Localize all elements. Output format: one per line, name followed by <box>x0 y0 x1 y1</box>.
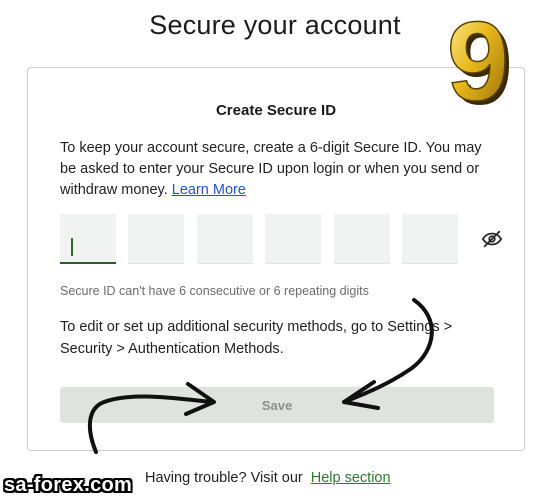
security-methods-text: To edit or set up additional security me… <box>60 319 453 357</box>
toggle-visibility-button[interactable] <box>481 228 503 250</box>
badge-digit: 9 <box>447 8 509 112</box>
text-caret <box>71 238 73 256</box>
footer-text: Having trouble? Visit our <box>145 470 303 486</box>
digit-input-2[interactable] <box>128 214 184 264</box>
digit-input-6[interactable] <box>402 214 458 264</box>
help-section-link[interactable]: Help section <box>311 470 391 486</box>
secure-id-hint: Secure ID can't have 6 consecutive or 6 … <box>60 284 369 298</box>
save-button[interactable]: Save <box>60 387 494 423</box>
secure-id-digits <box>60 214 500 266</box>
watermark-text: sa-forex.com <box>4 474 133 496</box>
footer-help: Having trouble? Visit our Help section <box>145 470 391 486</box>
secure-id-card: Create Secure ID To keep your account se… <box>27 67 525 451</box>
digit-input-5[interactable] <box>334 214 390 264</box>
digit-input-4[interactable] <box>265 214 321 264</box>
digit-input-3[interactable] <box>197 214 253 264</box>
intro-text: To keep your account secure, create a 6-… <box>60 138 500 201</box>
number-badge-logo: 9 9 <box>446 8 513 112</box>
learn-more-link[interactable]: Learn More <box>172 182 246 198</box>
eye-off-icon <box>481 230 503 248</box>
intro-body: To keep your account secure, create a 6-… <box>60 140 482 198</box>
digit-input-1[interactable] <box>60 214 116 264</box>
